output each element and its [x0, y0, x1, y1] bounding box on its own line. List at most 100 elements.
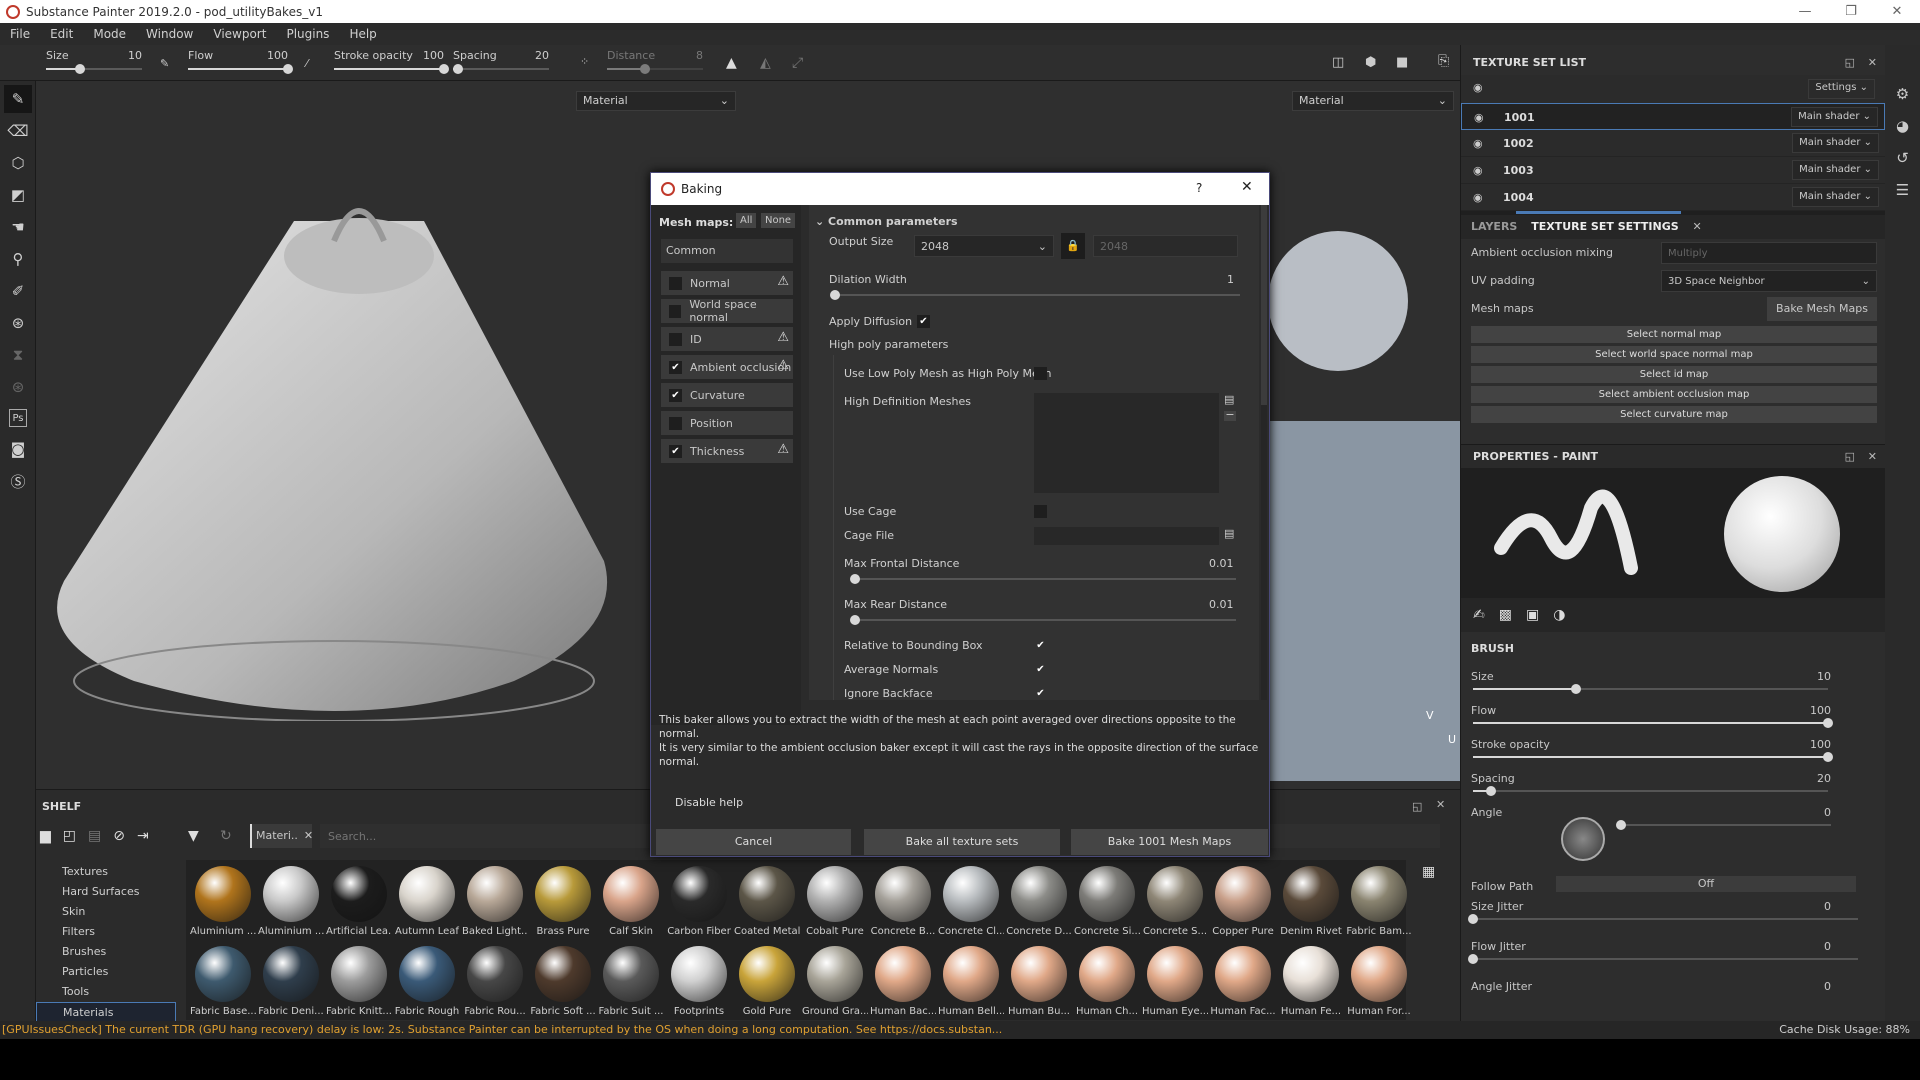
shelf-category[interactable]: Tools: [36, 982, 176, 1002]
color-picker-tool-icon[interactable]: ✐: [4, 277, 32, 305]
material-thumbnail[interactable]: Human For...: [1346, 946, 1412, 1017]
symmetry-icon[interactable]: ▲: [726, 55, 737, 71]
select-all-button[interactable]: All: [736, 213, 757, 228]
filter-icon[interactable]: ▼: [188, 828, 199, 844]
menu-file[interactable]: File: [0, 27, 40, 41]
bake-selected-mesh-maps-button[interactable]: Bake 1001 Mesh Maps: [1071, 829, 1268, 855]
flow-jitter-value[interactable]: 0: [1801, 940, 1831, 953]
texture-set-row[interactable]: ◉ 1003 Main shader ⌄: [1461, 157, 1885, 184]
slider-knob[interactable]: [1485, 786, 1496, 796]
bake-mesh-maps-button[interactable]: Bake Mesh Maps: [1767, 297, 1877, 321]
display-settings-icon[interactable]: ⚙: [1896, 85, 1909, 103]
select-normal-map-button[interactable]: Select normal map: [1471, 326, 1877, 343]
shader-select[interactable]: Main shader ⌄: [1792, 187, 1879, 207]
toolbar-spacing-slider[interactable]: Spacing 20: [452, 49, 549, 79]
max-frontal-slider[interactable]: [849, 574, 1236, 584]
grid-view-icon[interactable]: ▦: [1422, 864, 1435, 880]
apply-diffusion-checkbox[interactable]: ✔: [917, 315, 930, 328]
relative-bbox-checkbox[interactable]: ✔: [1034, 639, 1047, 652]
section-header[interactable]: ⌄ Common parameters: [815, 215, 958, 228]
hide-icon[interactable]: ⊘: [113, 828, 125, 844]
lock-aspect-icon[interactable]: 🔒: [1061, 233, 1085, 259]
history-icon[interactable]: ↺: [1896, 149, 1909, 167]
smudge-tool-icon[interactable]: ☚: [4, 213, 32, 241]
select-id-map-button[interactable]: Select id map: [1471, 366, 1877, 383]
material-thumbnail[interactable]: Autumn Leaf: [394, 866, 460, 937]
material-tab-icon[interactable]: ◑: [1553, 607, 1565, 623]
log-icon[interactable]: ☰: [1896, 181, 1909, 199]
material-thumbnail[interactable]: Fabric Rough: [394, 946, 460, 1017]
material-thumbnail[interactable]: Brass Pure: [530, 866, 596, 937]
use-cage-checkbox[interactable]: [1034, 505, 1047, 518]
spacing-knob[interactable]: [452, 64, 463, 74]
parameters-scrollbar[interactable]: [1261, 205, 1267, 700]
max-rear-knob[interactable]: [849, 615, 860, 625]
clone-tool-icon[interactable]: ⚲: [4, 245, 32, 273]
max-rear-value[interactable]: 0.01: [1209, 598, 1234, 611]
dilation-knob[interactable]: [830, 290, 840, 300]
transform-icon[interactable]: ⤢: [792, 55, 803, 71]
float-panel-icon[interactable]: ◱: [1412, 800, 1422, 813]
close-panel-icon[interactable]: ✕: [1436, 798, 1445, 811]
mesh-map-checkbox[interactable]: [669, 416, 682, 430]
dilation-width-value[interactable]: 1: [1227, 273, 1234, 286]
shader-settings-icon[interactable]: ◕: [1896, 117, 1909, 135]
slider-knob[interactable]: [1823, 718, 1833, 728]
screenshot-icon[interactable]: ⎘: [1438, 53, 1449, 69]
slider-knob[interactable]: [1468, 954, 1478, 964]
follow-path-toggle[interactable]: Off: [1556, 876, 1856, 892]
shelf-category[interactable]: Textures: [36, 862, 176, 882]
toolbar-stroke-opacity-slider[interactable]: Stroke opacity 100: [334, 49, 449, 79]
display-mode-icon[interactable]: ⬢: [1365, 55, 1376, 70]
eye-icon[interactable]: ◉: [1473, 157, 1495, 184]
material-thumbnail[interactable]: Fabric Bam...: [1346, 866, 1412, 937]
output-size-select[interactable]: 2048 ⌄: [914, 235, 1054, 257]
close-panel-icon[interactable]: ✕: [1868, 445, 1877, 469]
stencil-tab-icon[interactable]: ▣: [1526, 607, 1539, 623]
slider-knob[interactable]: [1616, 820, 1626, 830]
menu-window[interactable]: Window: [136, 27, 203, 41]
mesh-map-item[interactable]: Position: [661, 411, 793, 435]
material-thumbnail[interactable]: Concrete Cl...: [938, 866, 1004, 937]
camera-icon[interactable]: ■: [1396, 55, 1408, 70]
size-value[interactable]: 10: [1801, 670, 1831, 683]
texture-set-row[interactable]: ◉ 1001 Main shader ⌄: [1461, 103, 1885, 130]
flow-jitter-slider[interactable]: [1468, 954, 1858, 964]
remove-filter-icon[interactable]: ✕: [304, 829, 313, 842]
mesh-map-item[interactable]: Normal ⚠: [661, 271, 793, 295]
viewport-material-select-right[interactable]: Material ⌄: [1292, 91, 1454, 111]
max-frontal-value[interactable]: 0.01: [1209, 557, 1234, 570]
projection-tool-icon[interactable]: ⬡: [4, 149, 32, 177]
material-thumbnail[interactable]: Calf Skin: [598, 866, 664, 937]
eye-icon[interactable]: ◉: [1473, 184, 1495, 211]
mesh-map-checkbox[interactable]: ✔: [669, 444, 682, 458]
disable-help-link[interactable]: Disable help: [675, 796, 743, 809]
mesh-map-checkbox[interactable]: [669, 276, 682, 290]
mesh-map-item[interactable]: ✔ Curvature: [661, 383, 793, 407]
toolbar-size-slider[interactable]: Size 10: [46, 49, 142, 79]
cancel-button[interactable]: Cancel: [656, 829, 851, 855]
material-thumbnail[interactable]: Aluminium ...: [190, 866, 256, 937]
material-thumbnail[interactable]: Footprints: [666, 946, 732, 1017]
material-thumbnail[interactable]: Aluminium ...: [258, 866, 324, 937]
menu-help[interactable]: Help: [339, 27, 386, 41]
substance-source-icon[interactable]: ⊛: [4, 309, 32, 337]
photoshop-export-icon[interactable]: Ps: [9, 409, 27, 427]
float-panel-icon[interactable]: ◱: [1845, 51, 1855, 75]
dilation-width-slider[interactable]: [830, 290, 1240, 300]
material-thumbnail[interactable]: Fabric Soft ...: [530, 946, 596, 1017]
alpha-tab-icon[interactable]: ▩: [1499, 607, 1512, 623]
angle-jitter-value[interactable]: 0: [1801, 980, 1831, 993]
material-thumbnail[interactable]: Carbon Fiber: [666, 866, 732, 937]
material-thumbnail[interactable]: Concrete D...: [1006, 866, 1072, 937]
import-icon[interactable]: ⇥: [137, 828, 149, 844]
slider-knob[interactable]: [1823, 752, 1833, 762]
material-thumbnail[interactable]: Denim Rivet: [1278, 866, 1344, 937]
flow-value[interactable]: 100: [1801, 704, 1831, 717]
material-thumbnail[interactable]: Coated Metal: [734, 866, 800, 937]
spacing-value[interactable]: 20: [1801, 772, 1831, 785]
hd-meshes-list[interactable]: [1034, 393, 1219, 493]
shelf-category[interactable]: Hard Surfaces: [36, 882, 176, 902]
select-curvature-map-button[interactable]: Select curvature map: [1471, 406, 1877, 423]
cage-file-field[interactable]: [1034, 527, 1219, 545]
